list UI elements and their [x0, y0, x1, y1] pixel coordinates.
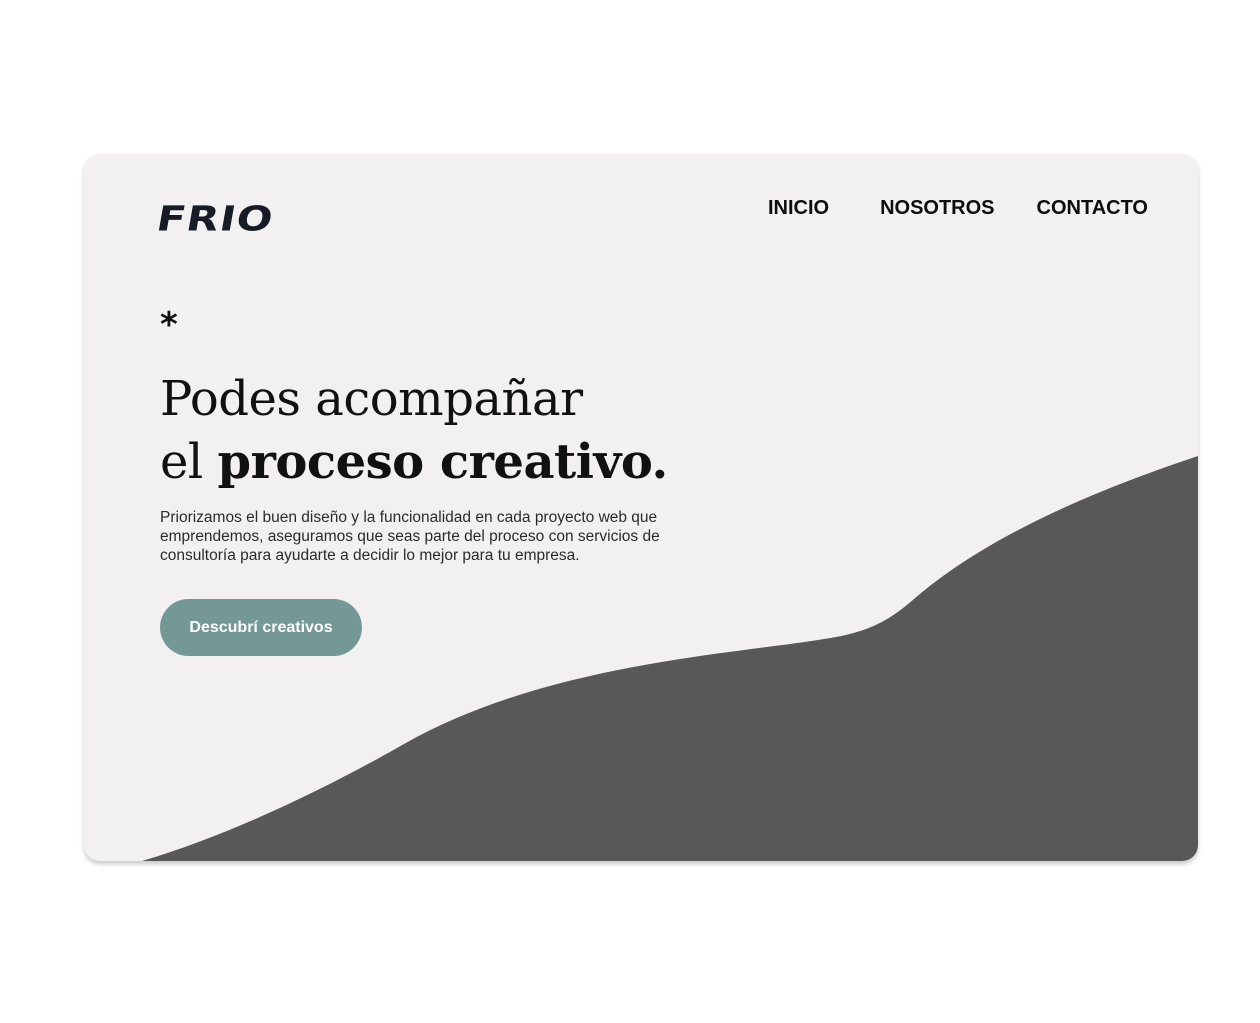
brand-logo[interactable]: FRIO: [153, 199, 276, 239]
asterisk-icon: *: [160, 305, 178, 345]
headline-line2-bold: proceso creativo.: [217, 434, 669, 490]
nav-inicio[interactable]: INICIO: [768, 196, 829, 220]
headline-line1: Podes acompañar: [160, 371, 583, 427]
headline-line2-prefix: el: [160, 434, 218, 490]
hero-description: Priorizamos el buen diseño y la funciona…: [160, 509, 660, 564]
hero-card: FRIO INICIO NOSOTROS CONTACTO * Podes ac…: [84, 154, 1198, 861]
main-nav: INICIO NOSOTROS CONTACTO: [768, 196, 1148, 220]
discover-creatives-button[interactable]: Descubrí creativos: [160, 599, 362, 656]
nav-contacto[interactable]: CONTACTO: [1037, 196, 1148, 220]
hero-headline: Podes acompañar el proceso creativo.: [160, 368, 668, 494]
nav-nosotros[interactable]: NOSOTROS: [880, 196, 994, 220]
